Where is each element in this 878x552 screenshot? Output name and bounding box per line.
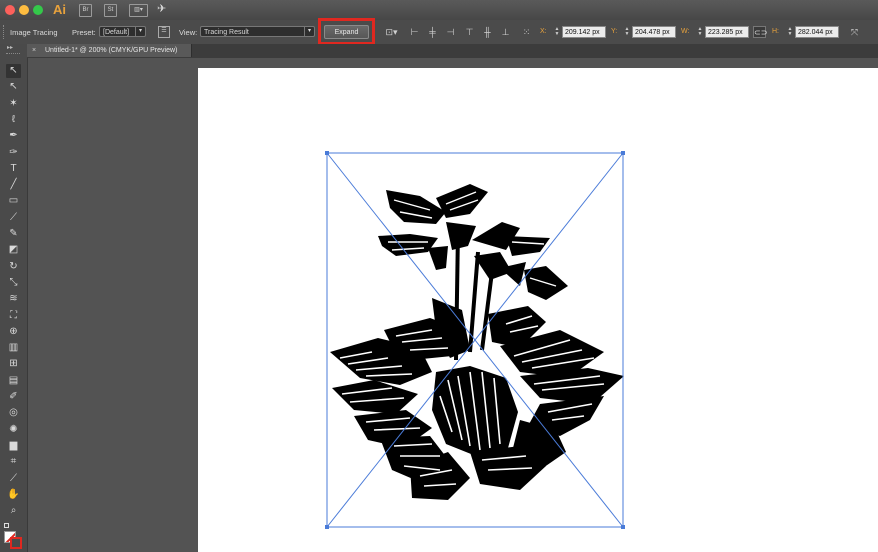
- traced-artwork[interactable]: [0, 0, 878, 552]
